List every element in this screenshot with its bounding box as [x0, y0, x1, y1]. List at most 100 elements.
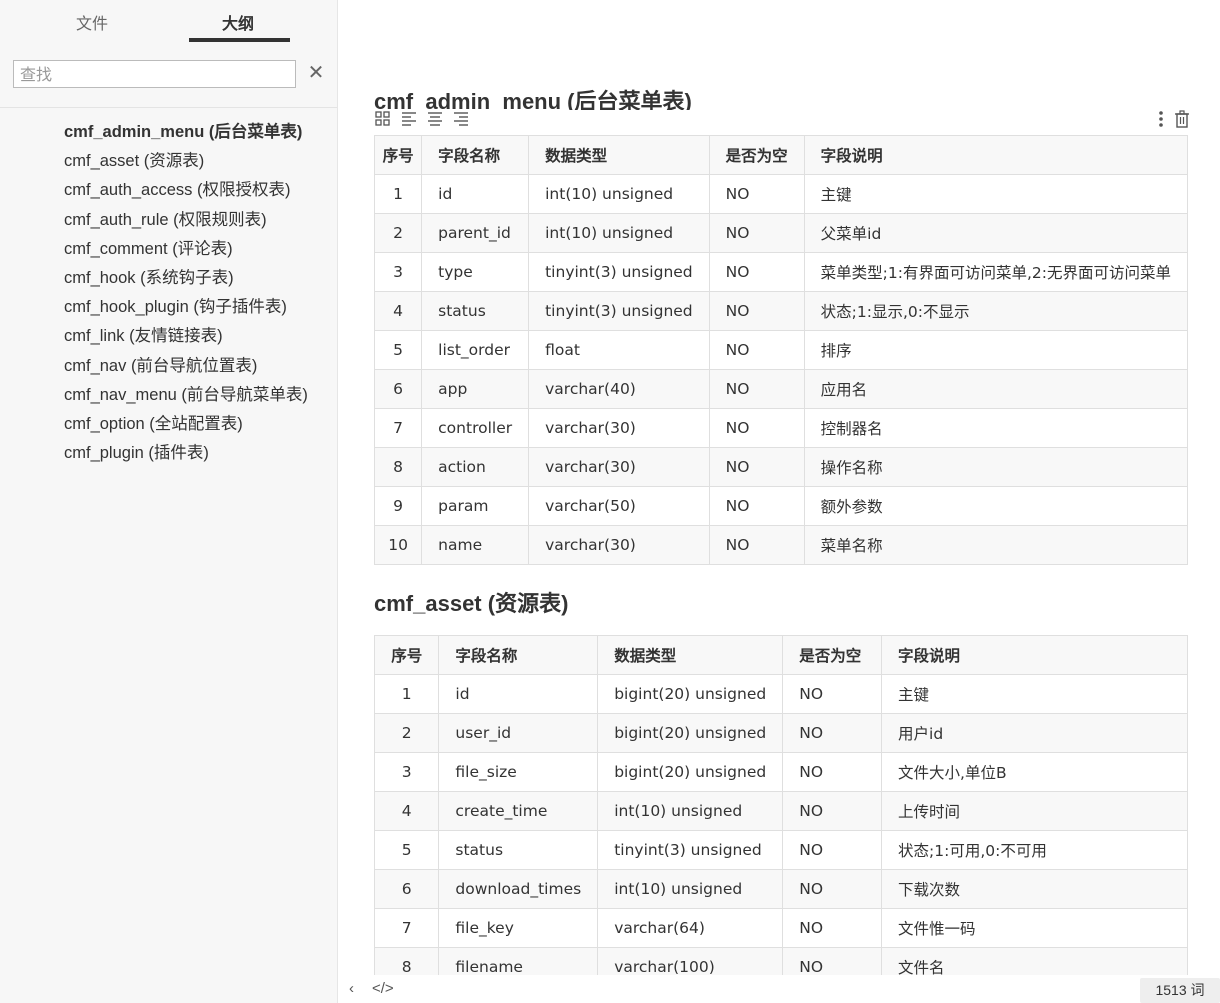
- table-cell[interactable]: int(10) unsigned: [528, 174, 710, 214]
- table-cell[interactable]: 主键: [803, 174, 1189, 214]
- table-cell[interactable]: varchar(30): [528, 525, 710, 565]
- column-header[interactable]: 字段说明: [881, 635, 1188, 675]
- table-cell[interactable]: varchar(50): [528, 486, 710, 526]
- table-cell[interactable]: varchar(64): [597, 908, 784, 948]
- table-cell[interactable]: NO: [708, 213, 805, 253]
- table-cell[interactable]: NO: [708, 291, 805, 331]
- table-cell[interactable]: 3: [373, 252, 423, 292]
- outline-item-cmf-nav[interactable]: cmf_nav (前台导航位置表): [64, 352, 308, 381]
- table-cell[interactable]: 4: [373, 291, 423, 331]
- table-cell[interactable]: app: [421, 369, 530, 409]
- align-left-icon[interactable]: [401, 111, 417, 129]
- table-cell[interactable]: NO: [782, 830, 883, 870]
- table-cell[interactable]: 3: [373, 752, 440, 792]
- table-cell[interactable]: name: [421, 525, 530, 565]
- outline-item-cmf-comment[interactable]: cmf_comment (评论表): [64, 235, 308, 264]
- column-header[interactable]: 是否为空: [708, 135, 805, 175]
- table-cell[interactable]: 状态;1:可用,0:不可用: [881, 830, 1188, 870]
- outline-item-cmf-asset[interactable]: cmf_asset (资源表): [64, 147, 308, 176]
- chevron-left-icon[interactable]: ‹: [349, 980, 354, 997]
- table-cell[interactable]: 1: [373, 174, 423, 214]
- table-cell[interactable]: 5: [373, 830, 440, 870]
- table-cell[interactable]: NO: [708, 330, 805, 370]
- outline-item-cmf-option[interactable]: cmf_option (全站配置表): [64, 410, 308, 439]
- table-cell[interactable]: varchar(30): [528, 447, 710, 487]
- table-cell[interactable]: 下载次数: [881, 869, 1188, 909]
- table-cell[interactable]: bigint(20) unsigned: [597, 674, 784, 714]
- table-cell[interactable]: 菜单名称: [803, 525, 1189, 565]
- table-cell[interactable]: 文件惟一码: [881, 908, 1188, 948]
- table-cell[interactable]: 主键: [881, 674, 1188, 714]
- table-cell[interactable]: NO: [708, 486, 805, 526]
- table-cell[interactable]: NO: [708, 525, 805, 565]
- column-header[interactable]: 字段名称: [421, 135, 530, 175]
- table-cell[interactable]: 2: [373, 213, 423, 253]
- table-cell[interactable]: 用户id: [881, 713, 1188, 753]
- table-cell[interactable]: bigint(20) unsigned: [597, 752, 784, 792]
- column-header[interactable]: 数据类型: [528, 135, 710, 175]
- table-cell[interactable]: type: [421, 252, 530, 292]
- table-cell[interactable]: NO: [782, 713, 883, 753]
- table-cell[interactable]: 4: [373, 791, 440, 831]
- table-cell[interactable]: id: [438, 674, 599, 714]
- table-cell[interactable]: NO: [782, 752, 883, 792]
- table-cell[interactable]: param: [421, 486, 530, 526]
- table-cell[interactable]: 菜单类型;1:有界面可访问菜单,2:无界面可访问菜单: [803, 252, 1189, 292]
- column-header[interactable]: 数据类型: [597, 635, 784, 675]
- outline-item-cmf-plugin[interactable]: cmf_plugin (插件表): [64, 439, 308, 468]
- table-cell[interactable]: 8: [373, 447, 423, 487]
- search-input[interactable]: [13, 60, 296, 88]
- table-cell[interactable]: NO: [782, 791, 883, 831]
- table-cell[interactable]: create_time: [438, 791, 599, 831]
- table-cell[interactable]: varchar(30): [528, 408, 710, 448]
- outline-item-cmf-hook[interactable]: cmf_hook (系统钩子表): [64, 264, 308, 293]
- table-cell[interactable]: NO: [708, 369, 805, 409]
- outline-item-cmf-auth-rule[interactable]: cmf_auth_rule (权限规则表): [64, 206, 308, 235]
- table-cell[interactable]: tinyint(3) unsigned: [597, 830, 784, 870]
- table-cell[interactable]: int(10) unsigned: [528, 213, 710, 253]
- word-count[interactable]: 1513 词: [1140, 978, 1220, 1003]
- table-cell[interactable]: parent_id: [421, 213, 530, 253]
- table-cell[interactable]: varchar(40): [528, 369, 710, 409]
- table-cell[interactable]: int(10) unsigned: [597, 869, 784, 909]
- table-cell[interactable]: 状态;1:显示,0:不显示: [803, 291, 1189, 331]
- outline-item-cmf-nav-menu[interactable]: cmf_nav_menu (前台导航菜单表): [64, 381, 308, 410]
- column-header[interactable]: 序号: [373, 635, 440, 675]
- table-cell[interactable]: tinyint(3) unsigned: [528, 291, 710, 331]
- table-cell[interactable]: 排序: [803, 330, 1189, 370]
- column-header[interactable]: 字段名称: [438, 635, 599, 675]
- trash-icon[interactable]: [1174, 110, 1190, 133]
- table-cell[interactable]: 操作名称: [803, 447, 1189, 487]
- table-cell[interactable]: 应用名: [803, 369, 1189, 409]
- table-cell[interactable]: 文件大小,单位B: [881, 752, 1188, 792]
- table-cell[interactable]: 额外参数: [803, 486, 1189, 526]
- table-cell[interactable]: 5: [373, 330, 423, 370]
- table-cell[interactable]: download_times: [438, 869, 599, 909]
- table-cell[interactable]: bigint(20) unsigned: [597, 713, 784, 753]
- table-cell[interactable]: NO: [782, 908, 883, 948]
- table-cell[interactable]: NO: [782, 869, 883, 909]
- table-cell[interactable]: 10: [373, 525, 423, 565]
- table-cell[interactable]: 控制器名: [803, 408, 1189, 448]
- column-header[interactable]: 字段说明: [803, 135, 1189, 175]
- table-cell[interactable]: 7: [373, 908, 440, 948]
- table-cell[interactable]: action: [421, 447, 530, 487]
- table-cell[interactable]: NO: [708, 408, 805, 448]
- table-cell[interactable]: NO: [782, 674, 883, 714]
- outline-item-cmf-hook-plugin[interactable]: cmf_hook_plugin (钩子插件表): [64, 293, 308, 322]
- table-cell[interactable]: 父菜单id: [803, 213, 1189, 253]
- table-cell[interactable]: 2: [373, 713, 440, 753]
- source-code-icon[interactable]: </>: [372, 980, 394, 997]
- table-cell[interactable]: NO: [708, 174, 805, 214]
- table-cell[interactable]: controller: [421, 408, 530, 448]
- table-cell[interactable]: user_id: [438, 713, 599, 753]
- table-cell[interactable]: 上传时间: [881, 791, 1188, 831]
- outline-item-cmf-link[interactable]: cmf_link (友情链接表): [64, 322, 308, 351]
- table-cell[interactable]: NO: [708, 447, 805, 487]
- table-cell[interactable]: list_order: [421, 330, 530, 370]
- table-cell[interactable]: int(10) unsigned: [597, 791, 784, 831]
- close-icon[interactable]: ✕: [305, 61, 327, 85]
- align-right-icon[interactable]: [453, 111, 469, 129]
- table-cell[interactable]: id: [421, 174, 530, 214]
- outline-item-cmf-auth-access[interactable]: cmf_auth_access (权限授权表): [64, 176, 308, 205]
